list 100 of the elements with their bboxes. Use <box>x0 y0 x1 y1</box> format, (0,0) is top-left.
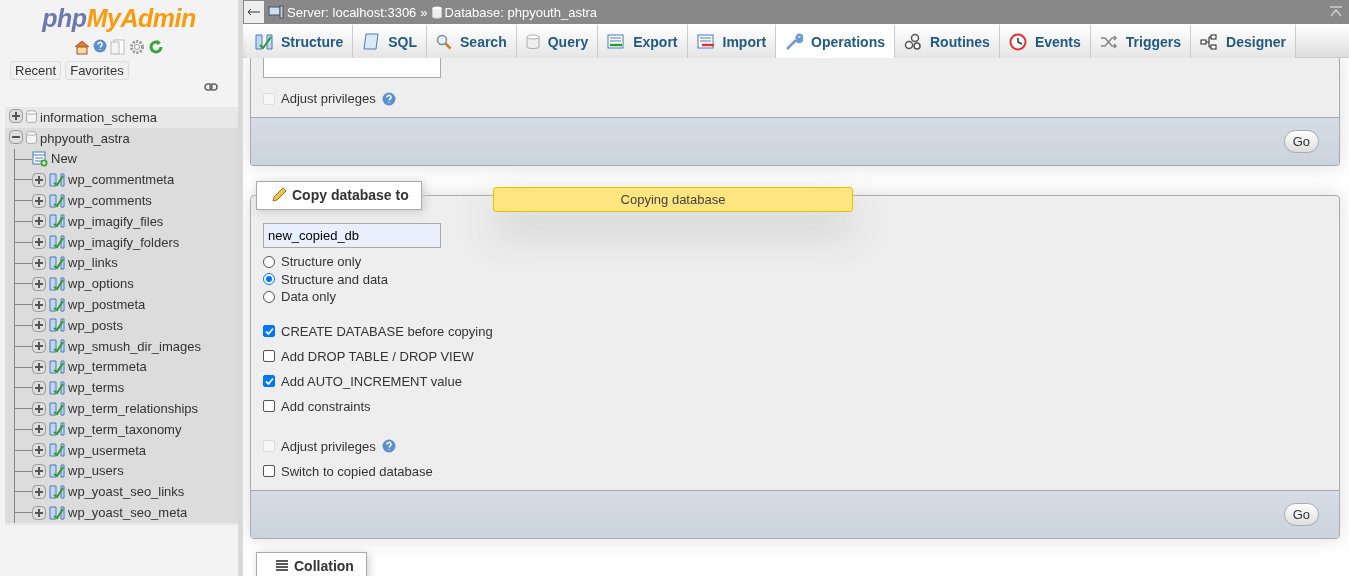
tab[interactable]: Import <box>687 25 777 58</box>
table-name[interactable]: wp_terms <box>68 380 125 396</box>
table-name[interactable]: wp_options <box>68 276 134 292</box>
table-icon <box>49 505 65 520</box>
reload-icon[interactable] <box>148 39 164 55</box>
table-name[interactable]: wp_imagify_files <box>68 213 164 229</box>
table-icon <box>49 193 65 208</box>
nav-button[interactable]: Recent <box>10 61 62 80</box>
option-label: Switch to copied database <box>281 463 433 479</box>
wrench-icon <box>785 32 804 51</box>
expand-icon[interactable] <box>32 255 46 270</box>
checkbox[interactable] <box>263 465 275 477</box>
expand-icon[interactable] <box>32 463 46 478</box>
expand-icon[interactable] <box>32 297 46 312</box>
computer-icon <box>268 5 284 19</box>
server-link[interactable]: Server: localhost:3306 <box>268 4 417 20</box>
radio-button[interactable] <box>263 255 275 268</box>
option-label: Add constraints <box>281 398 371 414</box>
database-name[interactable]: information_schema <box>40 109 158 125</box>
expand-icon[interactable] <box>32 235 46 250</box>
table-name[interactable]: wp_yoast_seo_links <box>68 484 185 500</box>
table-name[interactable]: wp_commentmeta <box>68 172 175 188</box>
expand-icon[interactable] <box>32 380 46 395</box>
table-name[interactable]: wp_usermeta <box>68 442 147 458</box>
back-button[interactable] <box>244 1 264 23</box>
tab[interactable]: Routines <box>895 25 1000 58</box>
pencil-icon <box>271 187 287 203</box>
table-icon <box>49 214 65 229</box>
expand-icon[interactable] <box>32 214 46 229</box>
table-name[interactable]: wp_imagify_folders <box>68 234 180 250</box>
checkbox[interactable] <box>263 400 275 412</box>
link-icon[interactable] <box>204 83 218 91</box>
nav-button[interactable]: Favorites <box>65 61 129 80</box>
export-icon <box>607 33 626 50</box>
option-label: Structure and data <box>281 271 388 287</box>
expand-icon[interactable] <box>9 108 23 123</box>
checkbox[interactable] <box>263 375 275 387</box>
table-icon <box>49 318 65 333</box>
structure-icon <box>255 33 273 50</box>
phpmyadmin-logo[interactable]: phpMyAdmin <box>42 4 196 33</box>
home-icon[interactable] <box>74 39 90 55</box>
go-button[interactable]: Go <box>1283 502 1319 526</box>
table-icon <box>49 172 65 187</box>
table-name[interactable]: wp_comments <box>68 193 152 209</box>
expand-icon[interactable] <box>32 422 46 437</box>
shuffle-icon <box>1099 34 1118 49</box>
tab[interactable]: Operations <box>776 25 895 58</box>
table-name[interactable]: wp_users <box>68 463 124 479</box>
section-legend: Copy database to <box>256 181 422 210</box>
tab[interactable]: Designer <box>1191 25 1296 58</box>
notification: Copying database <box>493 187 853 212</box>
go-button[interactable]: Go <box>1283 130 1319 153</box>
checkbox[interactable] <box>263 350 275 362</box>
new-table-link[interactable]: New <box>51 151 77 167</box>
database-name-field[interactable]: new_copied_db <box>263 223 441 248</box>
expand-icon[interactable] <box>32 484 46 499</box>
table-name[interactable]: wp_termmeta <box>68 359 147 375</box>
tab[interactable]: Search <box>427 25 517 58</box>
expand-icon[interactable] <box>32 193 46 208</box>
radio-button[interactable] <box>263 273 275 286</box>
settings-icon[interactable] <box>129 39 145 55</box>
database-name[interactable]: phpyouth_astra <box>40 130 130 146</box>
expand-icon[interactable] <box>32 443 46 458</box>
table-name[interactable]: wp_term_relationships <box>68 401 199 417</box>
tab[interactable]: Triggers <box>1090 25 1192 58</box>
table-icon <box>49 422 65 437</box>
radio-button[interactable] <box>263 290 275 303</box>
expand-icon[interactable] <box>32 339 46 354</box>
table-name[interactable]: wp_postmeta <box>68 297 146 313</box>
tab[interactable]: SQL <box>353 25 427 58</box>
tab[interactable]: Query <box>516 25 599 58</box>
diagram-icon <box>1200 33 1219 50</box>
expand-icon[interactable] <box>32 505 46 520</box>
section-legend: Collation <box>256 551 367 576</box>
expand-icon[interactable] <box>32 401 46 416</box>
table-icon <box>49 339 65 354</box>
table-name[interactable]: wp_term_taxonomy <box>68 421 182 437</box>
tab[interactable]: Export <box>598 25 688 58</box>
option-label: Add AUTO_INCREMENT value <box>281 373 462 389</box>
table-name[interactable]: wp_yoast_seo_meta <box>68 505 188 521</box>
tab[interactable]: Events <box>999 25 1091 58</box>
table-name[interactable]: wp_links <box>68 255 118 271</box>
text-field[interactable] <box>263 58 441 78</box>
table-name[interactable]: wp_posts <box>68 317 123 333</box>
database-link[interactable]: Database: phpyouth_astra <box>431 4 598 20</box>
tab[interactable]: Structure <box>246 25 354 58</box>
checkbox[interactable] <box>263 325 275 337</box>
table-name[interactable]: wp_smush_dir_images <box>68 338 201 354</box>
expand-icon[interactable] <box>32 172 46 187</box>
table-icon <box>49 380 65 395</box>
expand-icon[interactable] <box>32 359 46 374</box>
option-label: Data only <box>281 289 336 305</box>
help-icon[interactable] <box>93 39 107 53</box>
expand-icon[interactable] <box>32 276 46 291</box>
option-label: CREATE DATABASE before copying <box>281 323 493 339</box>
table-icon <box>49 235 65 250</box>
scroll-icon <box>362 32 381 51</box>
new-table-icon <box>32 151 48 167</box>
collapse-icon[interactable] <box>9 129 23 144</box>
expand-icon[interactable] <box>32 318 46 333</box>
